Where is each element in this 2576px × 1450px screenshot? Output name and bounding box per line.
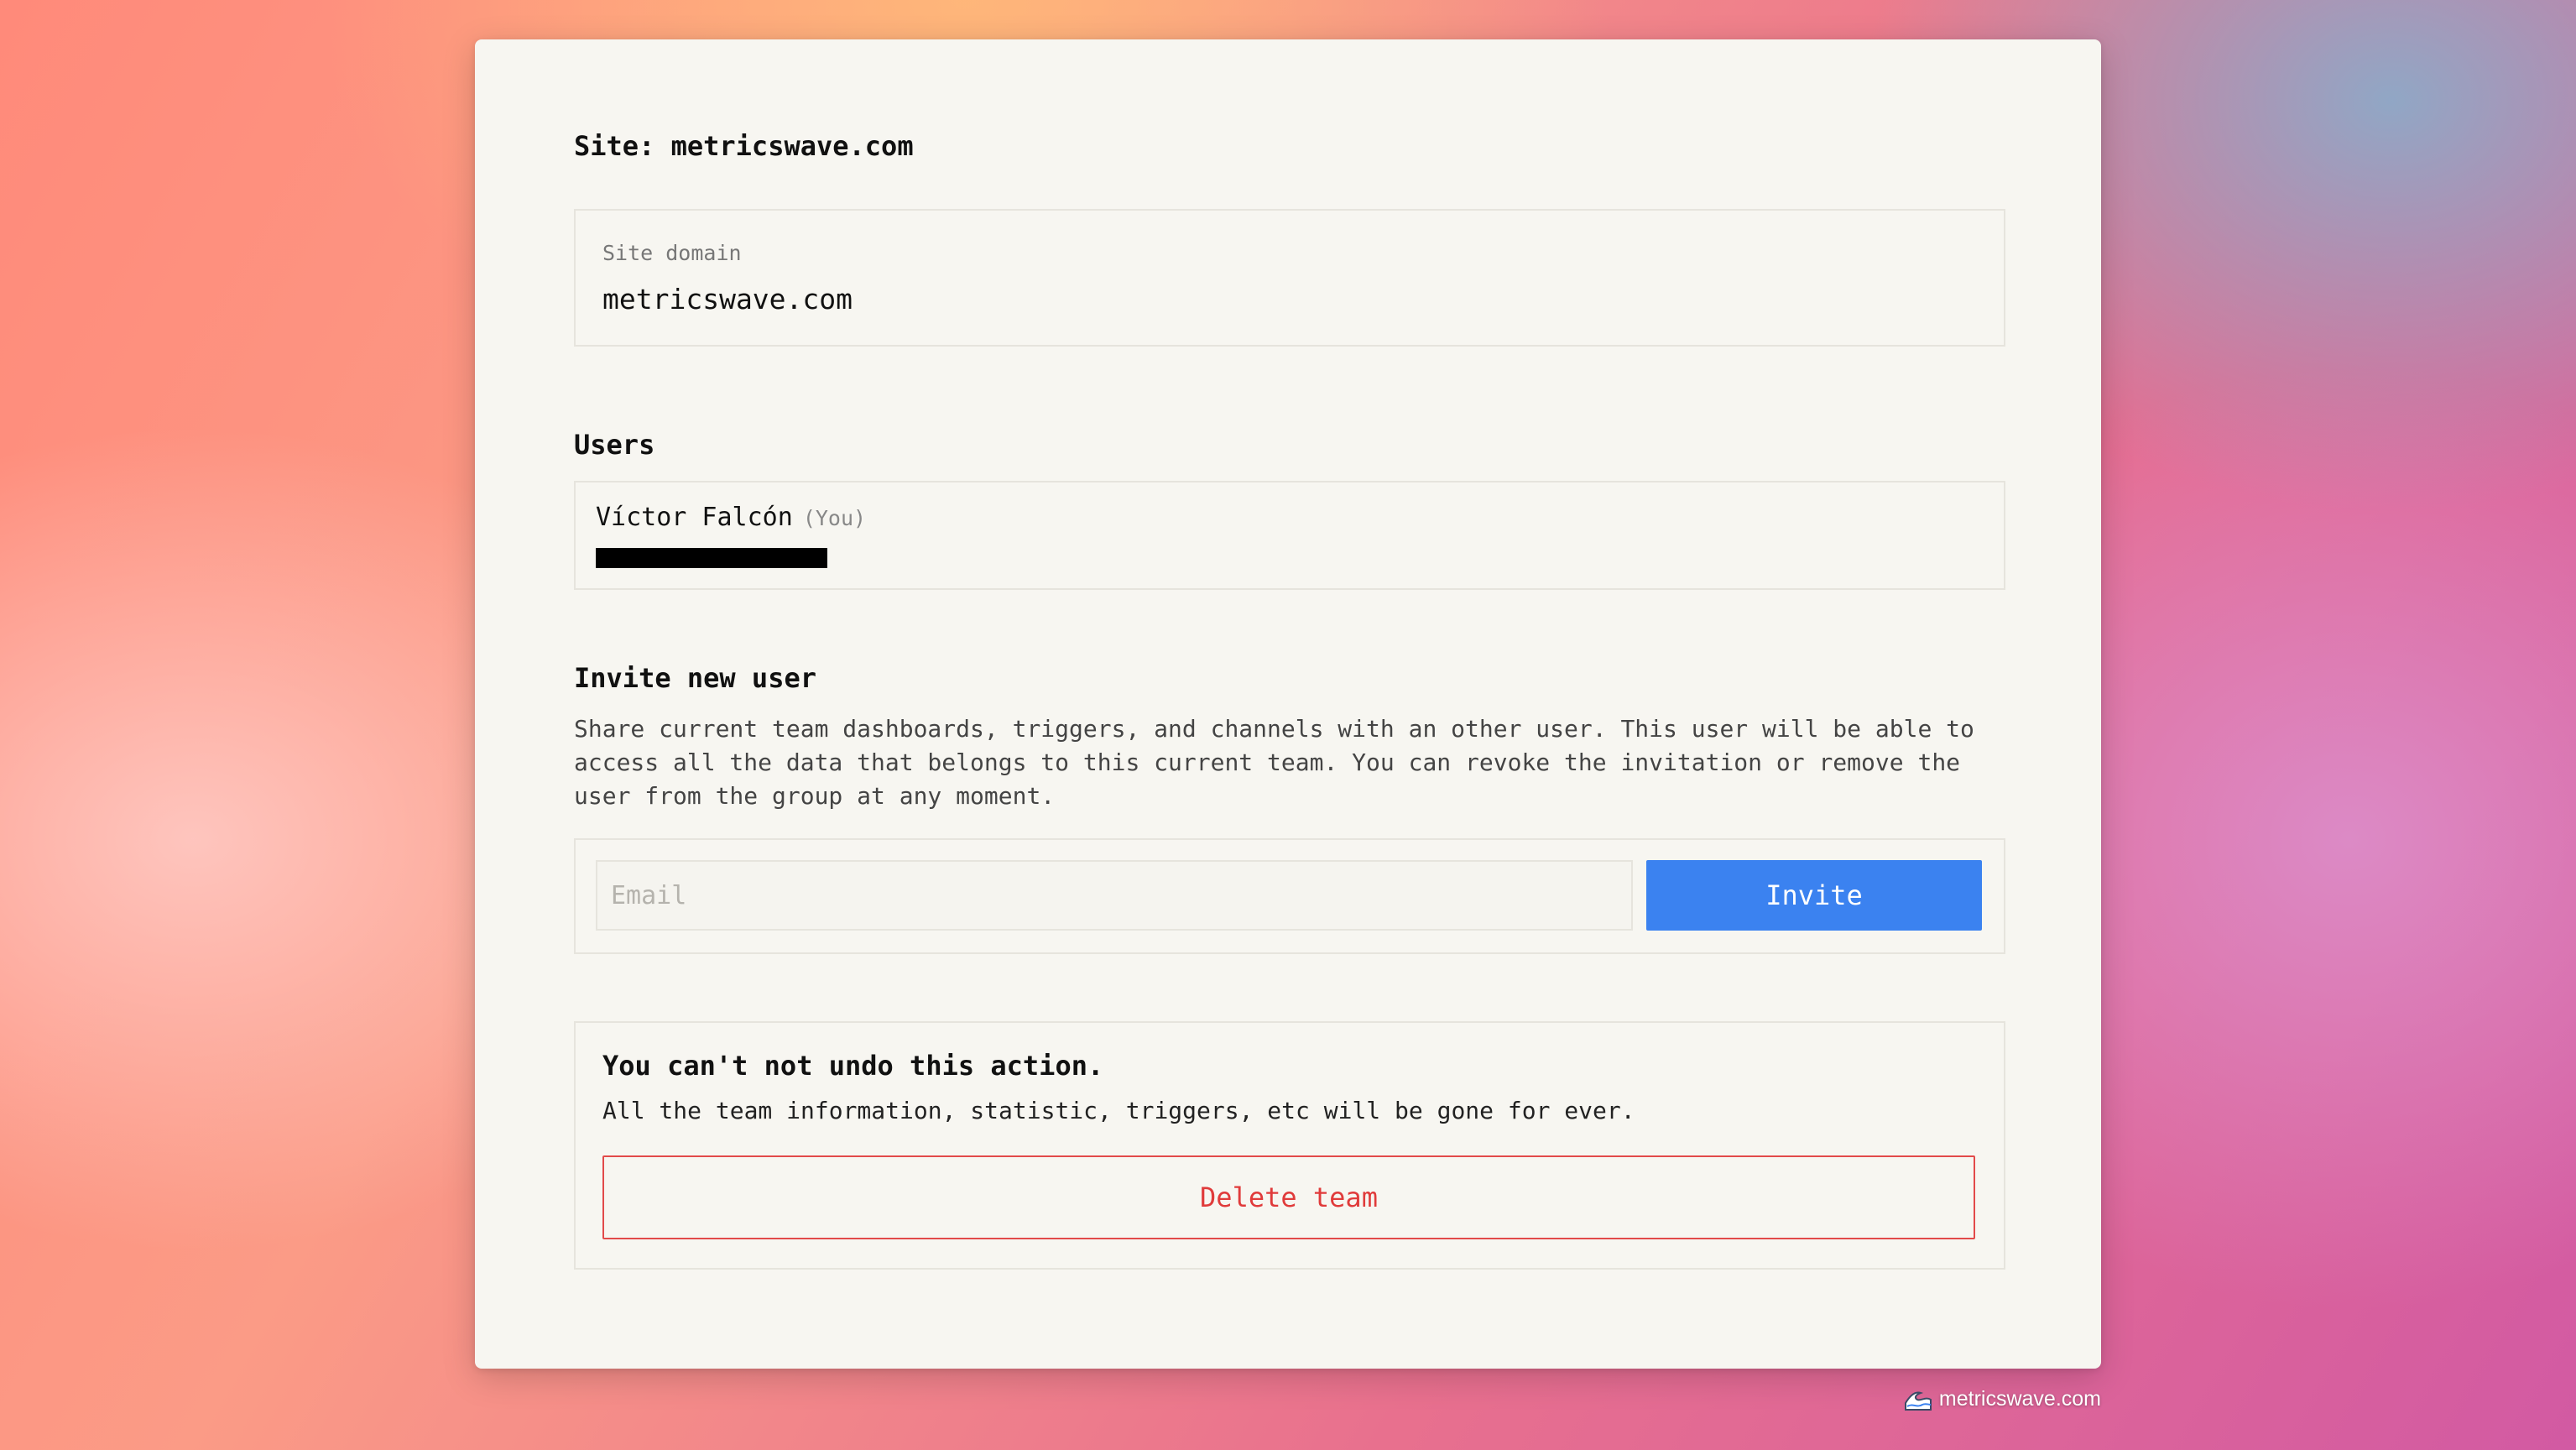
invite-button[interactable]: Invite bbox=[1646, 860, 1982, 931]
user-name: Víctor Falcón bbox=[596, 503, 793, 532]
invite-heading: Invite new user bbox=[574, 662, 816, 694]
invite-description: Share current team dashboards, triggers,… bbox=[574, 715, 1974, 810]
site-domain-field[interactable]: Site domain metricswave.com bbox=[574, 209, 2005, 347]
delete-team-button[interactable]: Delete team bbox=[602, 1155, 1975, 1239]
site-domain-label: Site domain bbox=[602, 241, 742, 265]
email-input[interactable] bbox=[596, 860, 1633, 931]
watermark: metricswave.com bbox=[1904, 1386, 2101, 1411]
watermark-text: metricswave.com bbox=[1938, 1386, 2101, 1411]
redacted-email bbox=[596, 548, 827, 568]
page-title: Site: metricswave.com bbox=[574, 130, 914, 162]
users-heading: Users bbox=[574, 429, 655, 461]
users-list: Víctor Falcón (You) bbox=[574, 481, 2005, 590]
user-you-tag: (You) bbox=[802, 506, 867, 530]
invite-form: Invite bbox=[574, 838, 2005, 954]
settings-card: Site: metricswave.com Site domain metric… bbox=[475, 39, 2101, 1369]
site-domain-value: metricswave.com bbox=[602, 283, 853, 316]
danger-description: All the team information, statistic, tri… bbox=[602, 1097, 1635, 1124]
user-item: Víctor Falcón (You) bbox=[596, 503, 866, 532]
danger-zone: You can't not undo this action. All the … bbox=[574, 1021, 2005, 1270]
danger-title: You can't not undo this action. bbox=[602, 1050, 1104, 1082]
wave-icon bbox=[1904, 1391, 1932, 1411]
